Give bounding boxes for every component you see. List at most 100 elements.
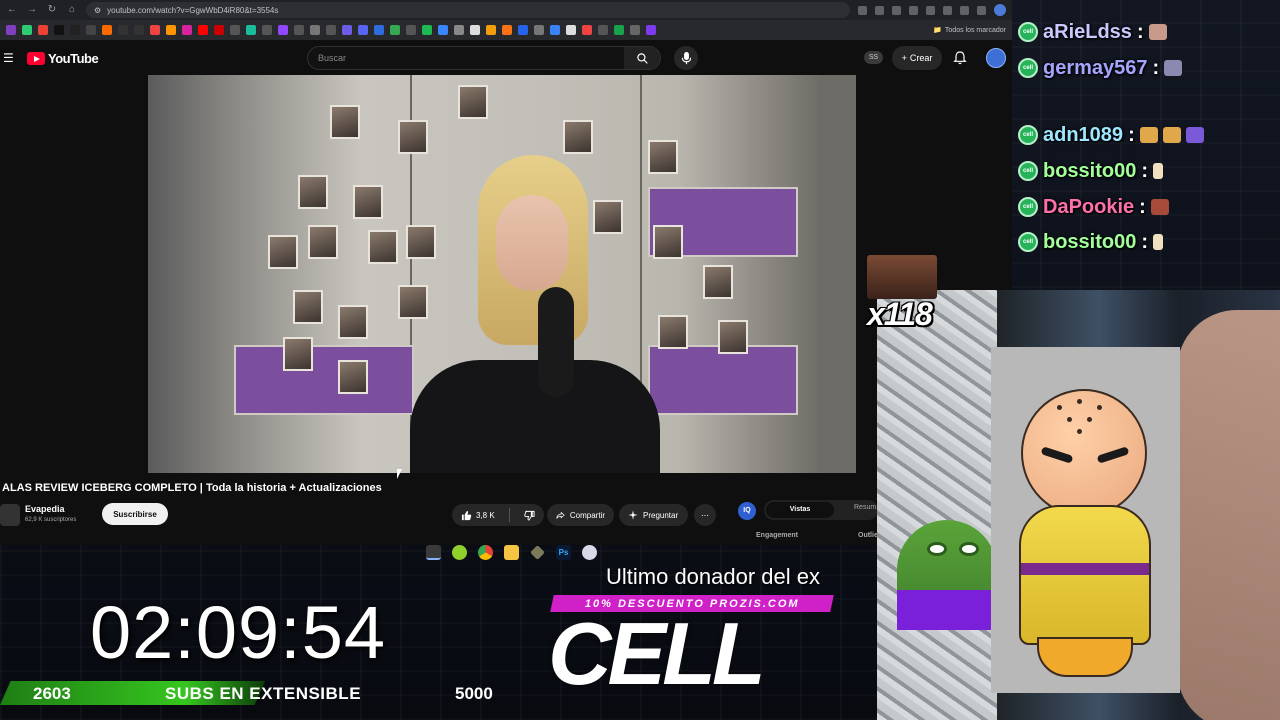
- ask-button[interactable]: Preguntar: [619, 504, 688, 526]
- forehead-dot: [1067, 417, 1072, 422]
- instagram-icon[interactable]: [182, 25, 192, 35]
- search-input[interactable]: Buscar: [318, 53, 346, 63]
- vidiq-icon[interactable]: IQ: [738, 502, 756, 520]
- subscribe-button[interactable]: Suscribirse: [102, 503, 168, 525]
- app-icon[interactable]: [452, 544, 467, 560]
- app-icon[interactable]: [426, 544, 441, 560]
- youtube-logo[interactable]: YouTube: [27, 51, 99, 66]
- create-label: Crear: [909, 53, 933, 63]
- share-page-icon[interactable]: [875, 5, 884, 15]
- hamburger-menu-icon[interactable]: ☰: [3, 51, 14, 65]
- chrome-icon[interactable]: [478, 544, 493, 560]
- back-icon[interactable]: ←: [6, 4, 18, 16]
- video-player[interactable]: [148, 75, 856, 473]
- bookmark-icon[interactable]: [374, 25, 384, 35]
- bookmark-icon[interactable]: [294, 25, 304, 35]
- forward-icon[interactable]: →: [26, 4, 38, 16]
- bookmark-icon[interactable]: [566, 25, 576, 35]
- extension-icons: [858, 5, 986, 15]
- bookmark-icon[interactable]: [486, 25, 496, 35]
- bookmark-icon[interactable]: [102, 25, 112, 35]
- extension-puzzle-icon[interactable]: [960, 5, 969, 15]
- bookmark-icon[interactable]: [6, 25, 16, 35]
- bookmark-icon[interactable]: [518, 25, 528, 35]
- bookmark-icon[interactable]: [230, 25, 240, 35]
- app-icon[interactable]: [530, 544, 545, 560]
- site-info-icon[interactable]: ⚙: [94, 6, 101, 15]
- profile-avatar[interactable]: [994, 4, 1006, 16]
- notifications-bell-icon[interactable]: [952, 50, 968, 66]
- bookmark-icon[interactable]: [246, 25, 256, 35]
- bookmark-icon[interactable]: [582, 25, 592, 35]
- bookmark-icon[interactable]: [86, 25, 96, 35]
- bookmark-icon[interactable]: [150, 25, 160, 35]
- tab-resumen[interactable]: Resum: [854, 504, 876, 511]
- search-box[interactable]: Buscar: [307, 46, 661, 70]
- forehead-dot: [1087, 417, 1092, 422]
- home-icon[interactable]: ⌂: [66, 4, 78, 16]
- tab-vistas[interactable]: Vistas: [766, 502, 834, 518]
- bookmark-icon[interactable]: [470, 25, 480, 35]
- folder-icon[interactable]: [504, 544, 519, 560]
- bookmark-icon[interactable]: [630, 25, 640, 35]
- bookmark-icon[interactable]: [534, 25, 544, 35]
- account-avatar[interactable]: [986, 48, 1006, 68]
- bookmark-star-icon[interactable]: [892, 5, 901, 15]
- url-field[interactable]: ⚙ youtube.com/watch?v=GgwWbD4iR80&t=3554…: [86, 2, 850, 18]
- extension-icon[interactable]: [909, 5, 918, 15]
- channel-name[interactable]: Evapedia: [25, 504, 65, 514]
- bookmark-icon[interactable]: [406, 25, 416, 35]
- emote-icon: [1185, 127, 1204, 143]
- twitch-icon[interactable]: [278, 25, 288, 35]
- app-icon[interactable]: [582, 544, 597, 560]
- share-button[interactable]: Compartir: [547, 504, 614, 526]
- bookmark-icon[interactable]: [166, 25, 176, 35]
- bookmark-icon[interactable]: [22, 25, 32, 35]
- ss-badge[interactable]: SS: [864, 51, 883, 64]
- channel-row: Evapedia 62,9 K suscriptores Suscribirse…: [0, 500, 720, 530]
- purple-drawer: [234, 345, 414, 415]
- photoshop-icon[interactable]: Ps: [556, 544, 571, 560]
- bookmark-icon[interactable]: [422, 25, 432, 35]
- extension-icon[interactable]: [926, 5, 935, 15]
- bookmark-icon[interactable]: [214, 25, 224, 35]
- wall-photo: [298, 175, 328, 209]
- youtube-bookmark-icon[interactable]: [198, 25, 208, 35]
- bookmark-icon[interactable]: [326, 25, 336, 35]
- bookmark-icon[interactable]: [550, 25, 560, 35]
- bookmark-icon[interactable]: [390, 25, 400, 35]
- gmail-icon[interactable]: [38, 25, 48, 35]
- search-button[interactable]: [624, 47, 660, 69]
- bookmark-icon[interactable]: [502, 25, 512, 35]
- more-actions-icon[interactable]: ⋯: [694, 504, 716, 526]
- discord-icon[interactable]: [358, 25, 368, 35]
- voice-search-button[interactable]: [674, 46, 698, 70]
- all-bookmarks-button[interactable]: 📁 Todos los marcador: [933, 26, 1006, 35]
- bookmark-icon[interactable]: [454, 25, 464, 35]
- channel-avatar[interactable]: [0, 504, 20, 526]
- tiktok-icon[interactable]: [70, 25, 80, 35]
- create-button[interactable]: + Crear: [892, 46, 942, 70]
- dislike-button[interactable]: [515, 504, 544, 526]
- extension-icon[interactable]: [943, 5, 952, 15]
- bookmark-icon[interactable]: [262, 25, 272, 35]
- emote-icon: [1153, 163, 1164, 179]
- bookmark-icon[interactable]: [310, 25, 320, 35]
- streamer-person: [410, 155, 660, 473]
- sub-badge-icon: cell: [1018, 161, 1038, 181]
- bookmark-icon[interactable]: [134, 25, 144, 35]
- bookmark-icon[interactable]: [598, 25, 608, 35]
- bookmark-icon[interactable]: [438, 25, 448, 35]
- bookmark-icon[interactable]: [118, 25, 128, 35]
- microphone-icon: [681, 51, 691, 64]
- wall-photo: [338, 360, 368, 394]
- x-icon[interactable]: [54, 25, 64, 35]
- like-button[interactable]: 3,8 K: [452, 504, 504, 526]
- wall-photo: [703, 265, 733, 299]
- bookmark-icon[interactable]: [614, 25, 624, 35]
- reload-icon[interactable]: ↻: [46, 4, 58, 16]
- bookmark-icon[interactable]: [646, 25, 656, 35]
- bookmark-icon[interactable]: [342, 25, 352, 35]
- media-icon[interactable]: [977, 5, 986, 15]
- zoom-icon[interactable]: [858, 5, 867, 15]
